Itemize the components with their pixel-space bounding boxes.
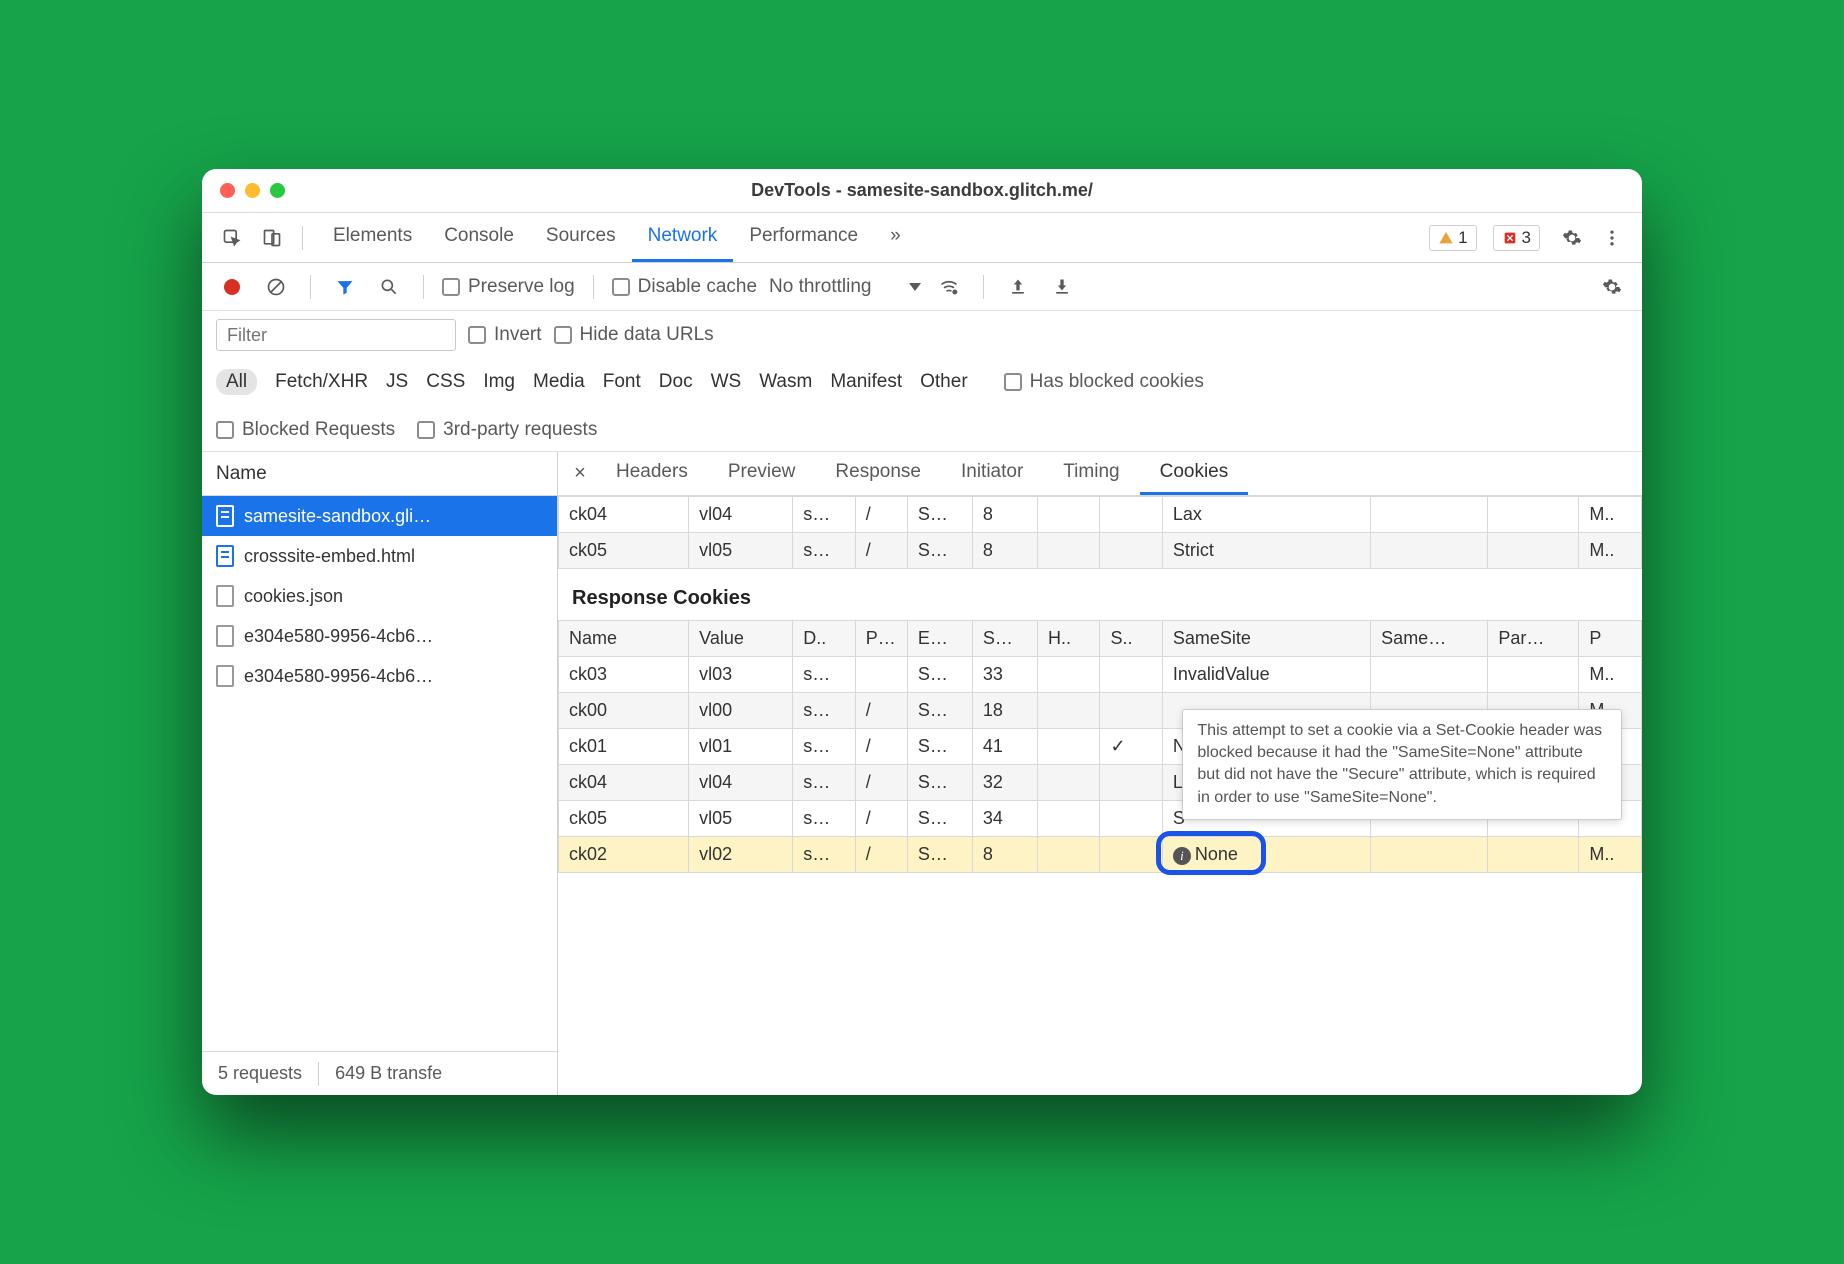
- detail-tabs: × Headers Preview Response Initiator Tim…: [558, 452, 1642, 496]
- detail-tab-response[interactable]: Response: [815, 452, 941, 495]
- preserve-log-checkbox[interactable]: Preserve log: [442, 276, 575, 298]
- detail-tab-initiator[interactable]: Initiator: [941, 452, 1043, 495]
- document-icon: [216, 505, 234, 527]
- divider: [983, 275, 984, 299]
- request-list-footer: 5 requests 649 B transfe: [202, 1051, 557, 1095]
- has-blocked-cookies-checkbox[interactable]: Has blocked cookies: [1004, 371, 1204, 393]
- table-row-highlighted[interactable]: ck02vl02s…/S…8iNoneM..: [559, 837, 1642, 873]
- divider: [593, 275, 594, 299]
- warnings-badge[interactable]: 1: [1429, 225, 1476, 251]
- request-list: samesite-sandbox.gli… crosssite-embed.ht…: [202, 496, 557, 1051]
- file-icon: [216, 585, 234, 607]
- file-icon: [216, 665, 234, 687]
- network-settings-icon[interactable]: [1596, 271, 1628, 303]
- filter-all[interactable]: All: [216, 369, 257, 395]
- request-list-sidebar: Name samesite-sandbox.gli… crosssite-emb…: [202, 452, 558, 1095]
- search-icon[interactable]: [373, 271, 405, 303]
- detail-tab-timing[interactable]: Timing: [1043, 452, 1139, 495]
- requests-count: 5 requests: [202, 1063, 318, 1084]
- tab-network[interactable]: Network: [632, 213, 734, 262]
- request-item[interactable]: crosssite-embed.html: [202, 536, 557, 576]
- request-list-header: Name: [202, 452, 557, 496]
- warnings-count: 1: [1458, 228, 1467, 248]
- file-icon: [216, 625, 234, 647]
- request-item[interactable]: e304e580-9956-4cb6…: [202, 656, 557, 696]
- divider: [302, 226, 303, 250]
- main-tabs: Elements Console Sources Network Perform…: [317, 213, 917, 262]
- network-conditions-icon[interactable]: [933, 271, 965, 303]
- filter-types: All Fetch/XHR JS CSS Img Media Font Doc …: [216, 363, 1628, 401]
- content-area: Name samesite-sandbox.gli… crosssite-emb…: [202, 452, 1642, 1095]
- tab-console[interactable]: Console: [428, 213, 530, 262]
- main-toolbar: Elements Console Sources Network Perform…: [202, 213, 1642, 263]
- export-har-icon[interactable]: [1046, 271, 1078, 303]
- filter-bar: Invert Hide data URLs All Fetch/XHR JS C…: [202, 311, 1642, 452]
- detail-tab-headers[interactable]: Headers: [596, 452, 708, 495]
- close-detail-button[interactable]: ×: [564, 458, 596, 490]
- errors-badge[interactable]: 3: [1493, 225, 1540, 251]
- tab-elements[interactable]: Elements: [317, 213, 428, 262]
- zoom-window-button[interactable]: [270, 183, 285, 198]
- blocked-requests-checkbox[interactable]: Blocked Requests: [216, 419, 395, 441]
- samesite-tooltip: This attempt to set a cookie via a Set-C…: [1182, 709, 1622, 821]
- request-item[interactable]: samesite-sandbox.gli…: [202, 496, 557, 536]
- table-row[interactable]: ck04vl04s…/S…8LaxM..: [559, 497, 1642, 533]
- filter-fetch[interactable]: Fetch/XHR: [275, 371, 368, 393]
- window-title: DevTools - samesite-sandbox.glitch.me/: [202, 180, 1642, 201]
- filter-css[interactable]: CSS: [426, 371, 465, 393]
- throttling-select[interactable]: No throttling: [769, 276, 921, 298]
- invert-checkbox[interactable]: Invert: [468, 324, 542, 346]
- request-item[interactable]: e304e580-9956-4cb6…: [202, 616, 557, 656]
- tab-performance[interactable]: Performance: [733, 213, 874, 262]
- titlebar: DevTools - samesite-sandbox.glitch.me/: [202, 169, 1642, 213]
- table-row[interactable]: ck03vl03s…S…33InvalidValueM..: [559, 657, 1642, 693]
- inspect-element-icon[interactable]: [216, 222, 248, 254]
- tab-more[interactable]: »: [874, 213, 917, 262]
- filter-other[interactable]: Other: [920, 371, 968, 393]
- filter-icon[interactable]: [329, 271, 361, 303]
- detail-panel: × Headers Preview Response Initiator Tim…: [558, 452, 1642, 1095]
- filter-wasm[interactable]: Wasm: [759, 371, 812, 393]
- request-item[interactable]: cookies.json: [202, 576, 557, 616]
- divider: [423, 275, 424, 299]
- minimize-window-button[interactable]: [245, 183, 260, 198]
- device-toolbar-icon[interactable]: [256, 222, 288, 254]
- settings-icon[interactable]: [1556, 222, 1588, 254]
- network-toolbar: Preserve log Disable cache No throttling: [202, 263, 1642, 311]
- filter-font[interactable]: Font: [603, 371, 641, 393]
- import-har-icon[interactable]: [1002, 271, 1034, 303]
- request-cookies-table: ck04vl04s…/S…8LaxM.. ck05vl05s…/S…8Stric…: [558, 496, 1642, 569]
- devtools-window: DevTools - samesite-sandbox.glitch.me/ E…: [202, 169, 1642, 1095]
- document-icon: [216, 545, 234, 567]
- disable-cache-checkbox[interactable]: Disable cache: [612, 276, 757, 298]
- hide-data-urls-checkbox[interactable]: Hide data URLs: [554, 324, 714, 346]
- detail-tab-cookies[interactable]: Cookies: [1140, 452, 1249, 495]
- tab-sources[interactable]: Sources: [530, 213, 632, 262]
- divider: [310, 275, 311, 299]
- errors-count: 3: [1522, 228, 1531, 248]
- table-header-row: NameValueD..P…E…S…H..S..SameSiteSame…Par…: [559, 621, 1642, 657]
- close-window-button[interactable]: [220, 183, 235, 198]
- filter-input[interactable]: [216, 319, 456, 351]
- detail-tab-preview[interactable]: Preview: [708, 452, 816, 495]
- record-button[interactable]: [216, 271, 248, 303]
- clear-icon[interactable]: [260, 271, 292, 303]
- filter-js[interactable]: JS: [386, 371, 408, 393]
- response-cookies-heading: Response Cookies: [558, 569, 1642, 620]
- kebab-menu-icon[interactable]: [1596, 222, 1628, 254]
- filter-doc[interactable]: Doc: [659, 371, 693, 393]
- filter-media[interactable]: Media: [533, 371, 585, 393]
- third-party-checkbox[interactable]: 3rd-party requests: [417, 419, 597, 441]
- filter-ws[interactable]: WS: [711, 371, 742, 393]
- filter-img[interactable]: Img: [483, 371, 515, 393]
- table-row[interactable]: ck05vl05s…/S…8StrictM..: [559, 533, 1642, 569]
- window-controls: [202, 183, 285, 198]
- info-icon: i: [1173, 847, 1191, 865]
- filter-manifest[interactable]: Manifest: [830, 371, 902, 393]
- transfer-size: 649 B transfe: [319, 1063, 458, 1084]
